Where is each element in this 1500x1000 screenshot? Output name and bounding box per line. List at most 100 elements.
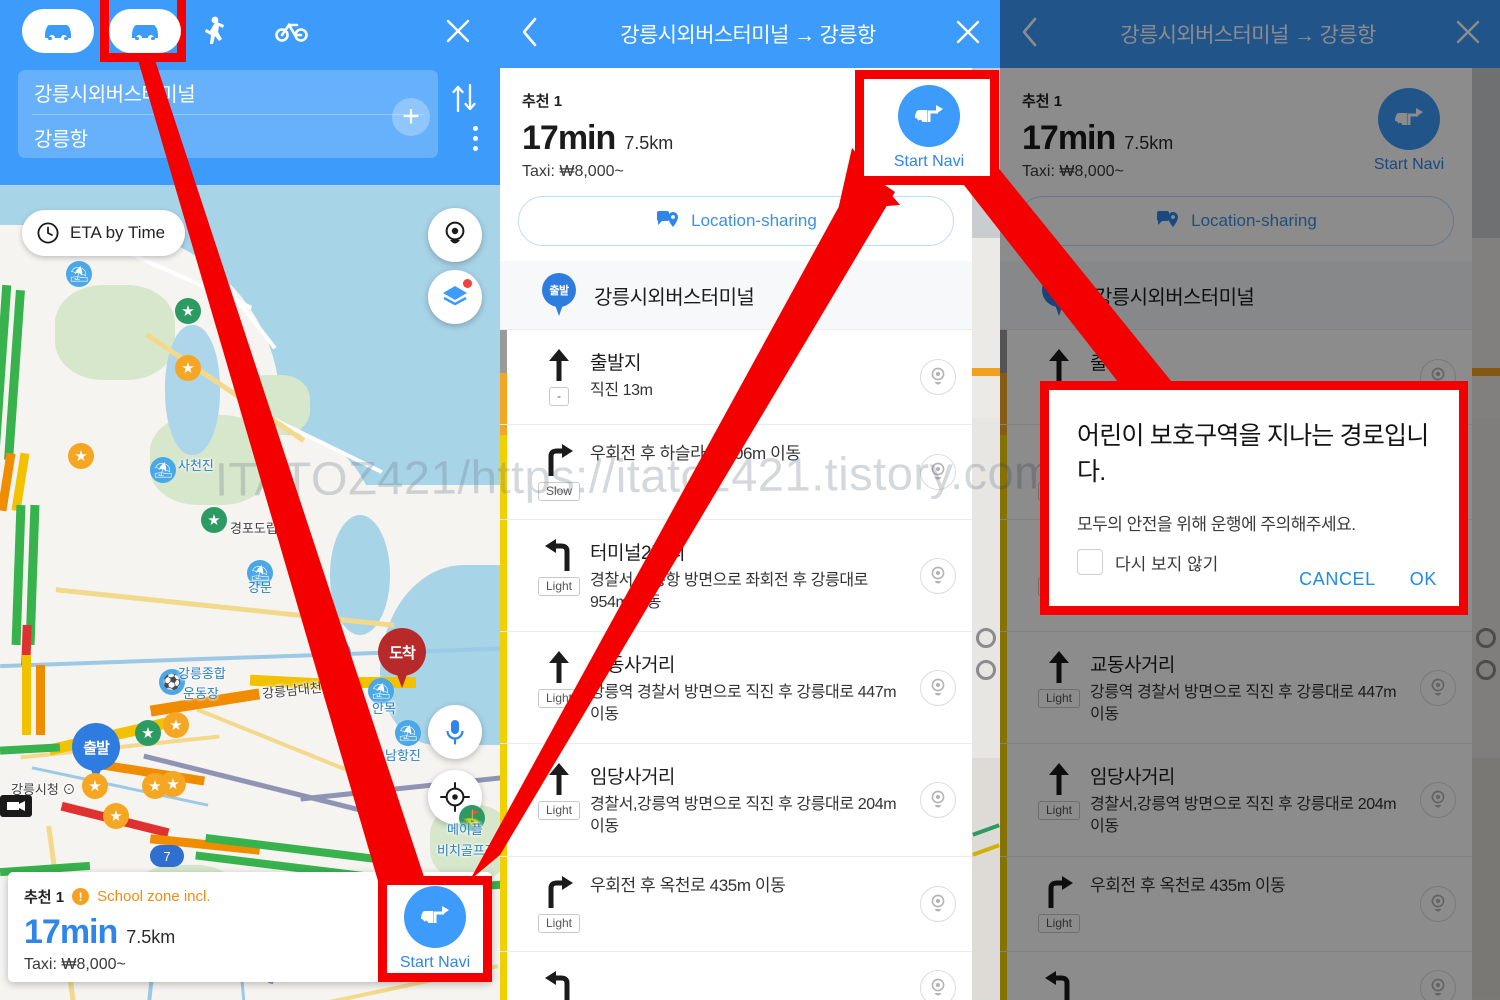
street-view-button[interactable] <box>920 781 956 818</box>
compass-icon <box>445 221 465 244</box>
step-desc: 강릉역 경찰서 방면으로 직진 후 강릉대로 447m 이동 <box>590 684 897 723</box>
map-layers-button[interactable] <box>428 270 482 324</box>
more-options-button[interactable] <box>473 126 478 151</box>
street-view-button[interactable] <box>920 885 956 922</box>
signal-tag: - <box>549 387 569 406</box>
step-icon: Light <box>528 538 590 596</box>
map-poi-star[interactable]: ★ <box>163 712 189 738</box>
school-zone-warning: School zone incl. <box>97 888 211 905</box>
map-label: 강릉종합 <box>178 666 226 681</box>
step-title: 터미널2거리 <box>590 543 685 564</box>
kebab-dot <box>473 146 478 151</box>
map-poi-beach[interactable]: ⛱ <box>150 457 176 483</box>
dont-show-checkbox[interactable] <box>1077 549 1103 575</box>
step-text: 터미널2거리 경찰서,강릉항 방면으로 좌회전 후 강릉대로 954m 이동 <box>590 538 920 613</box>
kebab-dot <box>473 136 478 141</box>
signal-tag: Light <box>537 577 581 596</box>
walk-mode-tab[interactable] <box>178 9 250 53</box>
arrow-turn-left-icon <box>545 539 570 571</box>
step-text: 임당사거리 경찰서,강릉역 방면으로 직진 후 강릉대로 204m 이동 <box>590 762 920 837</box>
step-row[interactable] <box>500 952 972 1000</box>
step-desc: 경찰서,강릉항 방면으로 좌회전 후 강릉대로 954m 이동 <box>590 572 868 611</box>
step-row[interactable]: Light 우회전 후 옥천로 435m 이동 <box>500 857 972 952</box>
bike-mode-tab[interactable] <box>256 9 328 53</box>
route-duration: 17min <box>522 119 616 157</box>
origin-pin: 출발 <box>542 273 576 317</box>
step-row[interactable]: Light 교동사거리 강릉역 경찰서 방면으로 직진 후 강릉대로 447m … <box>500 632 972 745</box>
street-view-button[interactable] <box>920 454 956 490</box>
map-poi-star[interactable]: ★ <box>68 443 94 469</box>
step-row[interactable]: Light 터미널2거리 경찰서,강릉항 방면으로 좌회전 후 강릉대로 954… <box>500 520 972 633</box>
panel-route-map: 강릉시외버스터미널 강릉항 + ETA by Time 출발 도착 ★ ★ ★ … <box>0 0 500 1000</box>
swap-endpoints-button[interactable] <box>442 78 486 118</box>
close-button[interactable] <box>438 11 478 51</box>
map-poi-star[interactable]: ★ <box>135 720 161 746</box>
step-title: 출발지 <box>590 353 641 374</box>
destination-input[interactable]: 강릉항 <box>18 115 438 159</box>
start-navi-label: Start Navi <box>893 152 965 170</box>
street-view-button[interactable] <box>920 359 956 395</box>
school-zone-dialog: 어린이 보호구역을 지나는 경로입니다. 모두의 안전을 위해 운행에 주의해주… <box>1040 381 1468 615</box>
eta-by-time-chip[interactable]: ETA by Time <box>22 210 186 256</box>
map-label: 메이플 <box>447 822 483 837</box>
step-desc: 우회전 후 하슬라로 106m 이동 <box>590 444 801 463</box>
clock-icon <box>37 222 59 244</box>
route-input-group: 강릉시외버스터미널 강릉항 <box>18 70 438 158</box>
car-icon <box>132 25 158 40</box>
map-poi-star[interactable]: ★ <box>82 773 108 799</box>
location-sharing-label: Location-sharing <box>691 211 817 230</box>
pin-tip <box>553 299 565 316</box>
step-icon: Light <box>528 875 590 933</box>
route-step-list[interactable]: 출발 강릉시외버스터미널 - 출발지 직진 13m Slow 우회전 후 하슬라… <box>500 261 972 1000</box>
step-title: 임당사거리 <box>590 767 675 789</box>
eta-chip-label: ETA by Time <box>70 223 166 242</box>
highway-shield: 7 <box>150 845 184 867</box>
street-view-button[interactable] <box>920 557 956 594</box>
cancel-button[interactable]: CANCEL <box>1299 569 1376 590</box>
map-preview-strip[interactable] <box>972 68 1000 1000</box>
map-poi-beach[interactable]: ⛱ <box>395 720 421 746</box>
map-poi-star[interactable]: ★ <box>201 507 227 533</box>
ok-button[interactable]: OK <box>1410 569 1437 590</box>
map-label: 강문 <box>248 580 272 595</box>
street-view-icon <box>931 678 945 696</box>
screenshot-stage: 강릉시외버스터미널 강릉항 + ETA by Time 출발 도착 ★ ★ ★ … <box>0 0 1500 1000</box>
street-view-icon <box>931 462 945 480</box>
dialog-actions: CANCEL OK <box>1299 569 1437 590</box>
kebab-dot <box>473 126 478 131</box>
voice-search-button[interactable] <box>428 705 482 759</box>
street-view-button[interactable] <box>920 669 956 706</box>
step-origin[interactable]: 출발 강릉시외버스터미널 <box>500 261 972 330</box>
map-poi-star[interactable]: ★ <box>175 355 201 381</box>
arrow-straight-icon <box>549 651 569 684</box>
street-view-icon <box>931 978 945 996</box>
map-compass-button[interactable] <box>428 208 482 262</box>
close-button[interactable] <box>954 18 982 51</box>
back-button[interactable] <box>518 15 542 54</box>
map-poi-star[interactable]: ★ <box>175 298 201 324</box>
add-waypoint-button[interactable]: + <box>392 98 430 136</box>
car-mode-tab[interactable] <box>22 9 94 53</box>
signal-tag: Light <box>537 801 581 821</box>
close-icon <box>956 20 980 43</box>
step-icon: Light <box>528 650 590 709</box>
step-row[interactable]: - 출발지 직진 13m <box>500 330 972 425</box>
arrow-straight-icon <box>549 763 569 796</box>
map-poi-star[interactable]: ★ <box>103 803 129 829</box>
location-share-icon <box>657 211 679 227</box>
map-poi-star[interactable]: ★ <box>160 771 186 797</box>
origin-input[interactable]: 강릉시외버스터미널 <box>18 70 438 114</box>
navigation-car-icon <box>915 104 943 124</box>
origin-name: 강릉시외버스터미널 <box>594 286 755 309</box>
step-row[interactable]: Light 임당사거리 경찰서,강릉역 방면으로 직진 후 강릉대로 204m … <box>500 744 972 857</box>
warning-icon: ! <box>72 888 90 905</box>
step-desc: 우회전 후 옥천로 435m 이동 <box>590 875 786 895</box>
start-navi-button-highlighted-p2[interactable]: Start Navi <box>855 70 999 185</box>
start-navi-button-highlighted-p1[interactable]: Start Navi <box>378 876 492 982</box>
route-title: 강릉시외버스터미널 → 강릉항 <box>620 24 876 47</box>
street-view-button[interactable] <box>920 969 956 1000</box>
step-row[interactable]: Slow 우회전 후 하슬라로 106m 이동 <box>500 425 972 520</box>
map-poi-beach[interactable]: ⛱ <box>66 261 92 287</box>
car-mode-tab-highlighted[interactable] <box>109 9 181 53</box>
location-sharing-button[interactable]: Location-sharing <box>518 196 954 246</box>
